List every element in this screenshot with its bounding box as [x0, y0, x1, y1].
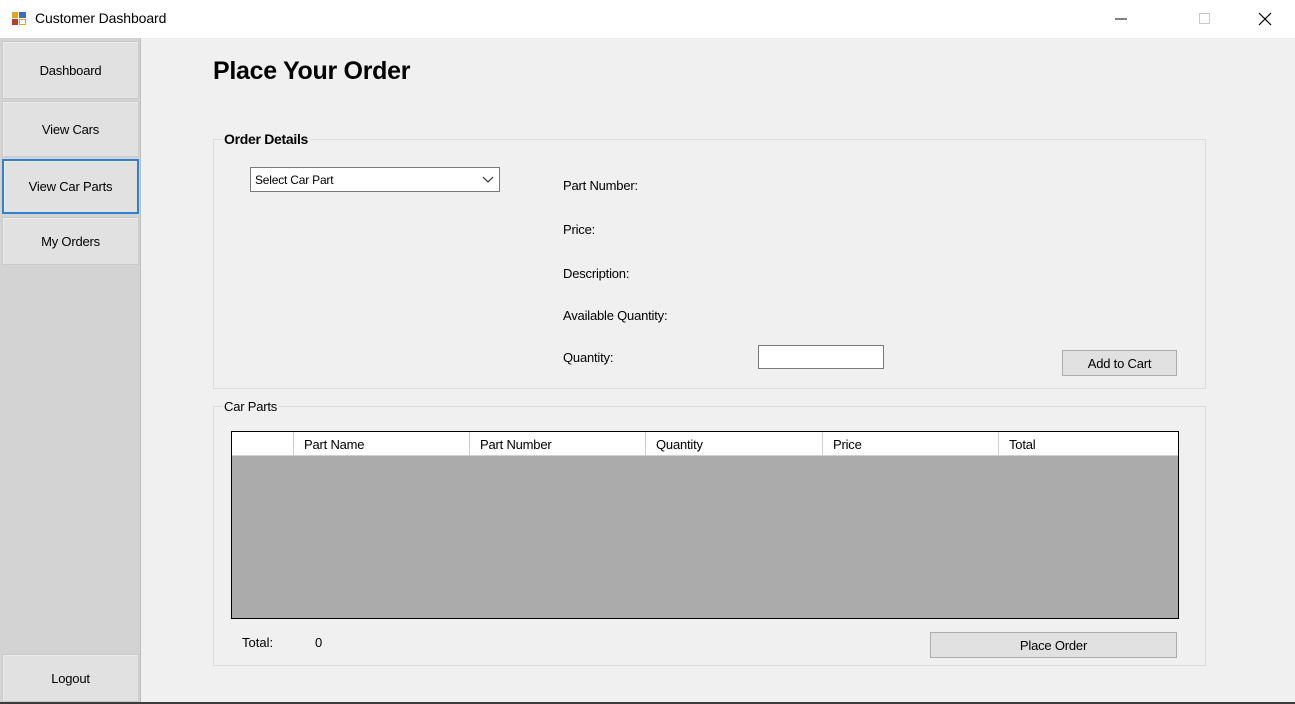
price-label: Price:	[563, 222, 596, 237]
column-header-quantity[interactable]: Quantity	[646, 432, 823, 456]
car-part-select[interactable]: Select Car Part	[250, 167, 500, 192]
description-label: Description:	[563, 266, 630, 281]
grid-header-row-selector	[232, 432, 294, 456]
car-part-select-value: Select Car Part	[255, 172, 334, 187]
minimize-button[interactable]	[1092, 0, 1150, 38]
close-icon	[1258, 12, 1272, 26]
sidebar-item-dashboard[interactable]: Dashboard	[2, 41, 139, 99]
column-header-total[interactable]: Total	[999, 432, 1178, 456]
column-header-part-name[interactable]: Part Name	[294, 432, 470, 456]
minimize-icon	[1115, 18, 1127, 20]
close-button[interactable]	[1236, 0, 1294, 38]
place-order-button[interactable]: Place Order	[930, 632, 1177, 658]
sidebar-item-my-orders[interactable]: My Orders	[2, 217, 139, 265]
maximize-icon	[1199, 13, 1210, 24]
page-title: Place Your Order	[213, 57, 411, 85]
car-parts-group: Car Parts Part Name Part Number Quantity…	[213, 399, 1206, 666]
grid-header: Part Name Part Number Quantity Price Tot…	[232, 432, 1178, 456]
column-header-part-number[interactable]: Part Number	[470, 432, 646, 456]
maximize-button[interactable]	[1176, 0, 1234, 38]
logout-button[interactable]: Logout	[2, 654, 139, 702]
sidebar-item-view-cars[interactable]: View Cars	[2, 101, 139, 157]
total-value: 0	[315, 635, 323, 650]
sidebar-item-view-car-parts[interactable]: View Car Parts	[2, 159, 139, 214]
title-bar: Customer Dashboard	[0, 0, 1295, 38]
window-title: Customer Dashboard	[35, 10, 167, 26]
car-parts-legend: Car Parts	[222, 399, 280, 414]
sidebar: Dashboard View Cars View Car Parts My Or…	[0, 38, 141, 702]
client-area: Dashboard View Cars View Car Parts My Or…	[0, 38, 1295, 702]
quantity-label: Quantity:	[563, 350, 614, 365]
chevron-down-icon	[482, 176, 494, 183]
order-details-group: Order Details Select Car Part Part Numbe…	[213, 131, 1206, 389]
add-to-cart-button[interactable]: Add to Cart	[1062, 350, 1177, 376]
available-quantity-label: Available Quantity:	[563, 308, 668, 323]
column-header-price[interactable]: Price	[823, 432, 999, 456]
total-label: Total:	[242, 635, 274, 650]
order-details-legend: Order Details	[222, 131, 311, 147]
app-icon	[12, 12, 26, 25]
quantity-input[interactable]	[758, 345, 884, 369]
car-parts-grid[interactable]: Part Name Part Number Quantity Price Tot…	[231, 431, 1179, 619]
part-number-label: Part Number:	[563, 178, 638, 193]
